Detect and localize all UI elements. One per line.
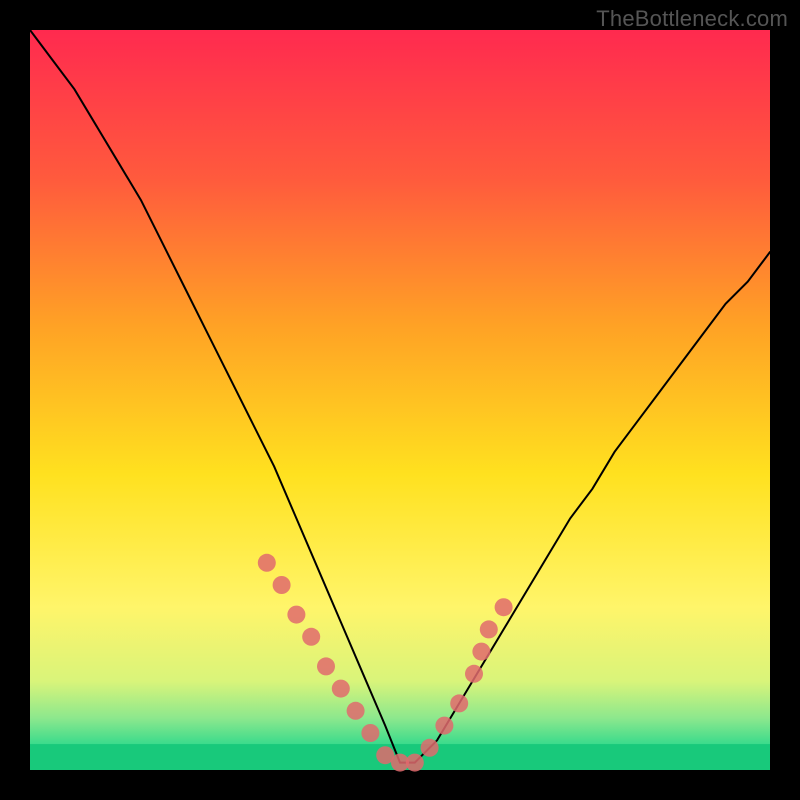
marker (347, 702, 365, 720)
marker (450, 694, 468, 712)
watermark-text: TheBottleneck.com (596, 6, 788, 32)
marker (472, 643, 490, 661)
marker (406, 754, 424, 772)
marker (273, 576, 291, 594)
marker (332, 680, 350, 698)
marker (435, 717, 453, 735)
marker (361, 724, 379, 742)
marker (317, 657, 335, 675)
marker (480, 620, 498, 638)
marker (302, 628, 320, 646)
marker (495, 598, 513, 616)
chart-stage: TheBottleneck.com (0, 0, 800, 800)
marker (465, 665, 483, 683)
bottleneck-chart (0, 0, 800, 800)
marker (287, 606, 305, 624)
marker (258, 554, 276, 572)
marker (421, 739, 439, 757)
plot-background (30, 30, 770, 770)
